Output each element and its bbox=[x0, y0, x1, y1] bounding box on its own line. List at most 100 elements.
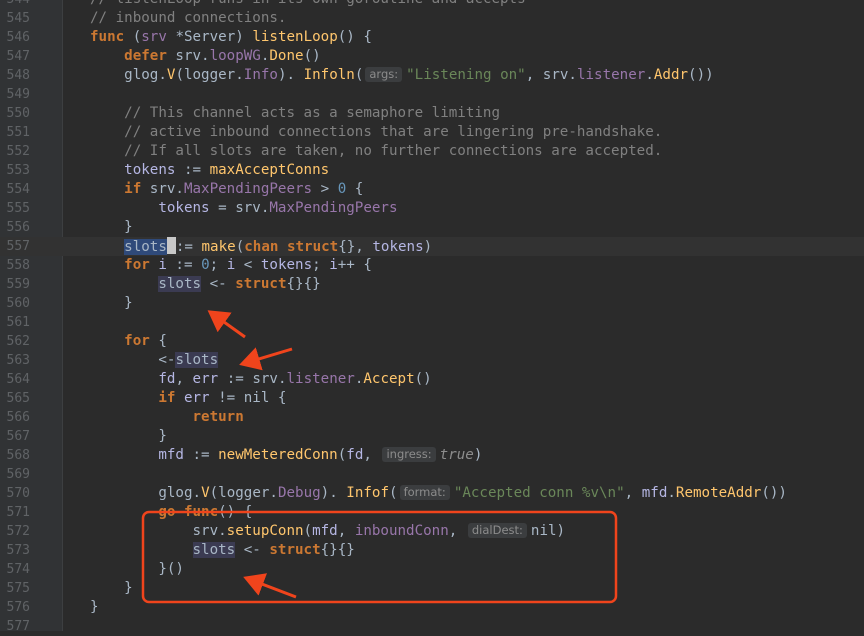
code-line[interactable]: 550 // This channel acts as a semaphore … bbox=[0, 104, 864, 123]
code-line[interactable]: 558 for i := 0; i < tokens; i++ { bbox=[0, 256, 864, 275]
code-line[interactable]: 556 } bbox=[0, 218, 864, 237]
code-editor[interactable]: 544 // listenLoop runs in its own gorouti… bbox=[0, 0, 864, 634]
line-number: 570 bbox=[6, 486, 30, 501]
code-text: slots:= make(chan struct{}, tokens) bbox=[90, 237, 432, 257]
code-token: 0 bbox=[337, 181, 347, 197]
code-token: := bbox=[175, 239, 202, 255]
code-line[interactable]: 560 } bbox=[0, 294, 864, 313]
parameter-hint: dialDest: bbox=[467, 523, 527, 538]
code-token: "Accepted conn %v\n" bbox=[453, 485, 625, 501]
code-text: defer srv.loopWG.Done() bbox=[90, 47, 320, 66]
code-line[interactable]: 553 tokens := maxAcceptConns bbox=[0, 161, 864, 180]
code-token: ++ { bbox=[337, 257, 372, 273]
code-line[interactable]: 546 func (srv *Server) listenLoop() { bbox=[0, 28, 864, 47]
parameter-hint: args: bbox=[365, 67, 403, 82]
code-token: V bbox=[201, 485, 210, 501]
code-line[interactable]: 566 return bbox=[0, 408, 864, 427]
code-text: } bbox=[90, 427, 167, 446]
line-number: 553 bbox=[6, 163, 30, 178]
code-line[interactable]: 545 // inbound connections. bbox=[0, 9, 864, 28]
code-text: for { bbox=[90, 332, 167, 351]
code-token: Addr bbox=[653, 67, 689, 83]
line-number: 550 bbox=[6, 106, 30, 121]
line-number: 571 bbox=[6, 505, 30, 520]
code-token: // inbound connections. bbox=[90, 10, 287, 26]
code-token: } bbox=[124, 295, 133, 311]
code-text: slots <- struct{}{} bbox=[90, 275, 321, 294]
code-token: , bbox=[337, 523, 355, 539]
parameter-hint: ingress: bbox=[382, 447, 436, 462]
code-line[interactable]: 571 go func() { bbox=[0, 503, 864, 522]
code-token: Infof bbox=[346, 485, 390, 501]
code-token: Debug bbox=[277, 485, 321, 501]
code-line[interactable]: 570 glog.V(logger.Debug). Infof(format: "… bbox=[0, 484, 864, 503]
code-line[interactable]: 562 for { bbox=[0, 332, 864, 351]
line-number: 545 bbox=[6, 11, 30, 26]
code-line[interactable]: 574 }() bbox=[0, 560, 864, 579]
code-line[interactable]: 577 bbox=[0, 617, 864, 636]
code-line[interactable]: 573 slots <- struct{}{} bbox=[0, 541, 864, 560]
code-token: for bbox=[124, 333, 159, 349]
line-number: 567 bbox=[6, 429, 30, 444]
code-line[interactable]: 567 } bbox=[0, 427, 864, 446]
code-line[interactable]: 569 bbox=[0, 465, 864, 484]
code-token: fd bbox=[346, 447, 364, 463]
line-number: 544 bbox=[0, 0, 30, 9]
code-token: (logger. bbox=[209, 485, 278, 501]
code-token: Done bbox=[269, 48, 304, 64]
code-token: := bbox=[175, 162, 210, 178]
code-line[interactable]: 576} bbox=[0, 598, 864, 617]
code-line[interactable]: 548 glog.V(logger.Info). Infoln(args: "Li… bbox=[0, 66, 864, 85]
code-line[interactable]: 572 srv.setupConn(mfd, inboundConn, dial… bbox=[0, 522, 864, 541]
highlighted-identifier: slots bbox=[158, 276, 202, 292]
code-token: err bbox=[183, 390, 210, 406]
code-line[interactable]: 552 // If all slots are taken, no furthe… bbox=[0, 142, 864, 161]
code-text: // active inbound connections that are l… bbox=[90, 123, 662, 142]
code-token: := srv. bbox=[218, 371, 287, 387]
code-token: ()) bbox=[688, 67, 714, 83]
code-token: func bbox=[90, 29, 133, 45]
code-token: Info bbox=[243, 67, 278, 83]
code-token: > bbox=[312, 181, 338, 197]
code-token: ) bbox=[473, 447, 483, 463]
line-number: 563 bbox=[6, 353, 30, 368]
parameter-hint: format: bbox=[399, 485, 450, 500]
code-line[interactable]: 551 // active inbound connections that a… bbox=[0, 123, 864, 142]
code-line[interactable]: 555 tokens = srv.MaxPendingPeers bbox=[0, 199, 864, 218]
code-text: // This channel acts as a semaphore limi… bbox=[90, 104, 500, 123]
code-line[interactable]: 559 slots <- struct{}{} bbox=[0, 275, 864, 294]
line-number: 560 bbox=[6, 296, 30, 311]
code-token: * bbox=[175, 29, 184, 45]
code-text: go func() { bbox=[90, 503, 252, 522]
code-token: < bbox=[235, 257, 261, 273]
code-line[interactable]: 564 fd, err := srv.listener.Accept() bbox=[0, 370, 864, 389]
code-token: } bbox=[90, 599, 99, 615]
code-token: struct bbox=[269, 542, 321, 558]
code-token: i bbox=[329, 257, 338, 273]
code-line[interactable]: 549 bbox=[0, 85, 864, 104]
code-token: defer bbox=[124, 48, 176, 64]
code-line[interactable]: 565 if err != nil { bbox=[0, 389, 864, 408]
code-token: true bbox=[439, 447, 474, 463]
code-line[interactable]: 544 // listenLoop runs in its own gorouti… bbox=[0, 0, 864, 9]
code-text: for i := 0; i < tokens; i++ { bbox=[90, 256, 372, 275]
code-text: } bbox=[90, 294, 133, 313]
code-token: <- bbox=[235, 542, 270, 558]
code-line[interactable]: 557 slots:= make(chan struct{}, tokens) bbox=[0, 237, 864, 256]
code-line[interactable]: 563 <-slots bbox=[0, 351, 864, 370]
code-token: glog. bbox=[158, 485, 202, 501]
code-line[interactable]: 575 } bbox=[0, 579, 864, 598]
code-token: // listenLoop runs in its own goroutine … bbox=[90, 0, 526, 7]
code-line[interactable]: 547 defer srv.loopWG.Done() bbox=[0, 47, 864, 66]
code-line[interactable]: 568 mfd := newMeteredConn(fd, ingress: tr… bbox=[0, 446, 864, 465]
line-number: 562 bbox=[6, 334, 30, 349]
line-number: 573 bbox=[6, 543, 30, 558]
line-number: 549 bbox=[6, 87, 30, 102]
code-line[interactable]: 554 if srv.MaxPendingPeers > 0 { bbox=[0, 180, 864, 199]
code-line[interactable]: 561 bbox=[0, 313, 864, 332]
